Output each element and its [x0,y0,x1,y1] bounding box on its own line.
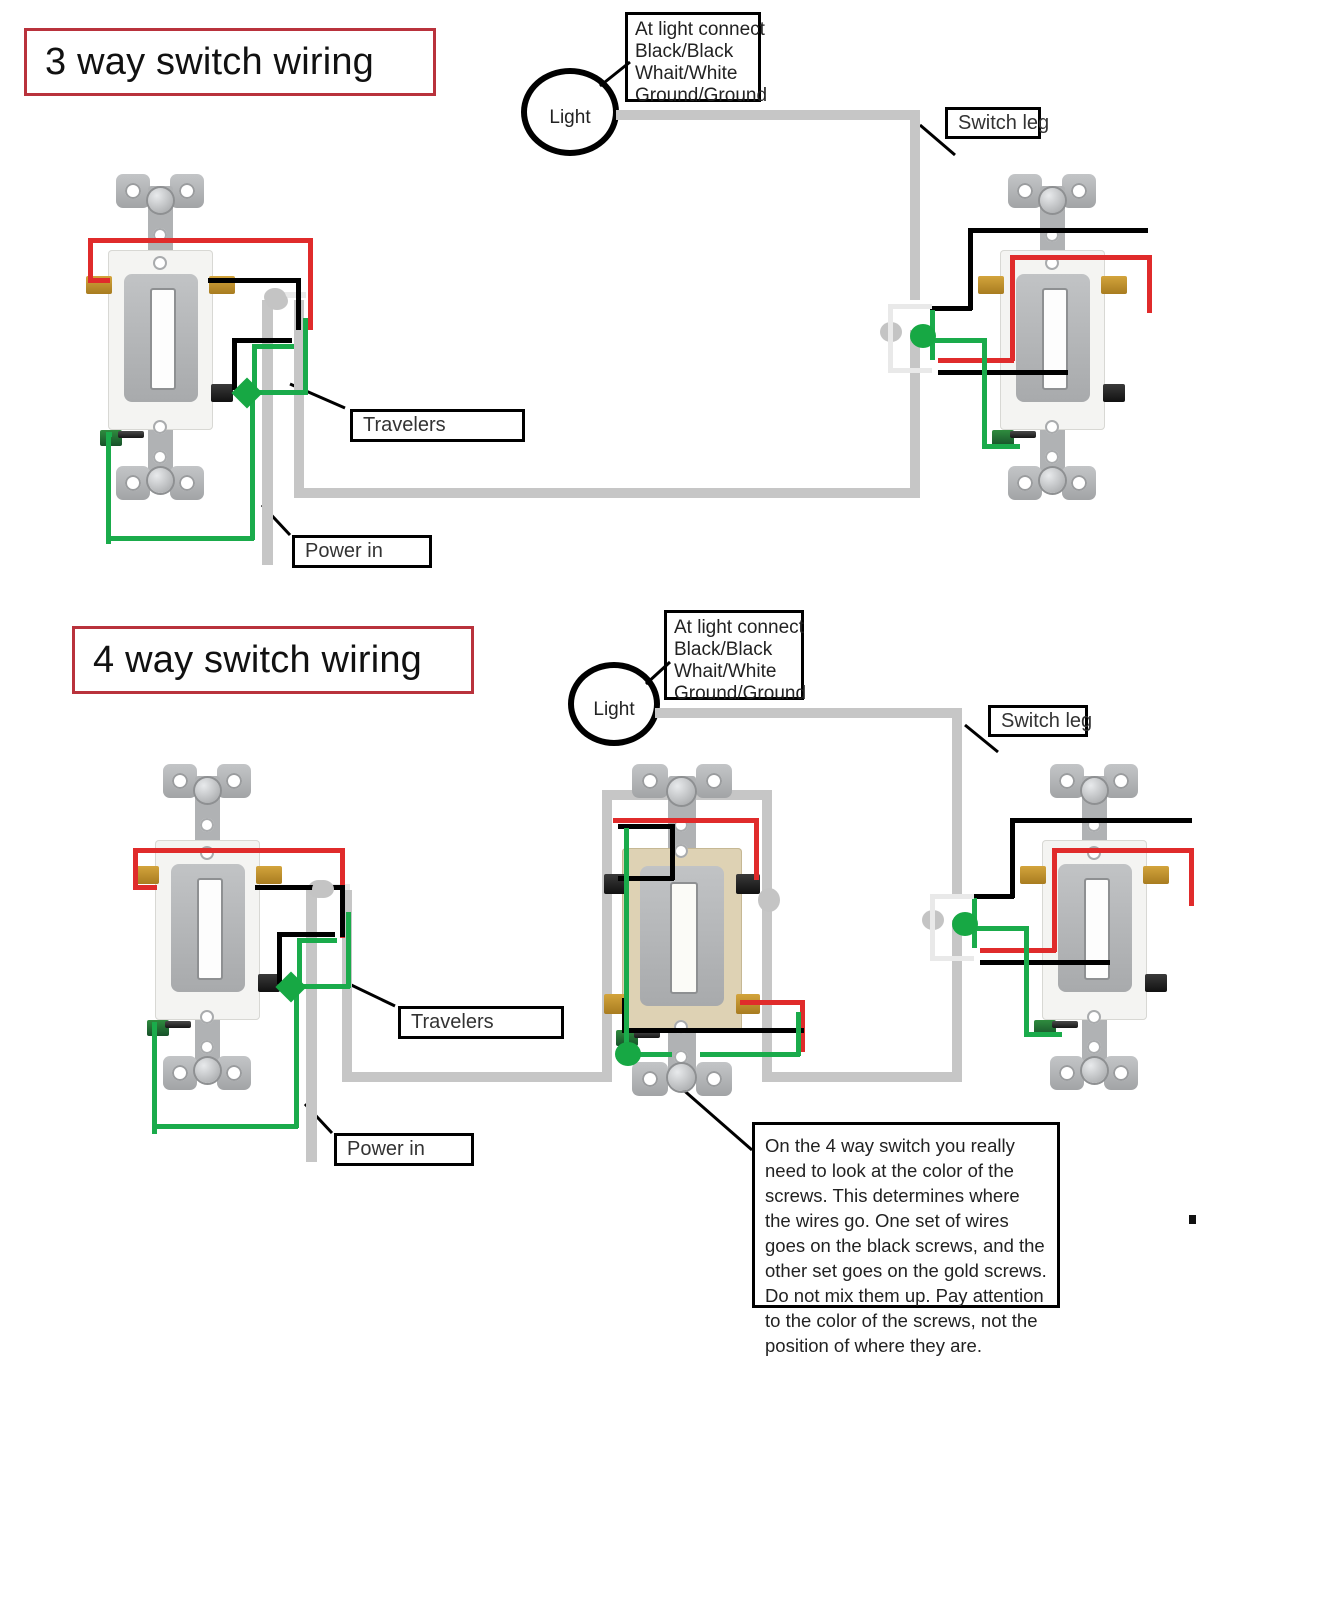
right-four-way-diagram-switch[interactable] [1020,762,1169,1092]
center-neutral-wirenut [758,888,780,912]
center-red-right-lower [740,1000,804,1005]
wiring-diagram-canvas: 3 way switch wiring Light At light conne… [0,0,1333,1610]
fw-right-traveler-red-left-run [980,948,1056,953]
four-way-traveler-left-bottom [342,1072,612,1082]
four-way-center-right-riser [762,790,772,1082]
fw-right-black-into-box [972,894,1014,899]
center-black-bottom-run [622,1028,804,1033]
ground-screw-shaft-icon [1052,1021,1078,1028]
fw-left-traveler-red-top [133,848,345,853]
switch-mounting-ear-bottom-right [1104,1056,1138,1090]
mounting-screw-top-icon [1082,778,1107,803]
four-way-traveler-right-riser [952,920,962,1082]
mounting-screw-bottom-icon [668,1064,695,1091]
switch-mounting-ear-top-right [1104,764,1138,798]
note-text: On the 4 way switch you really need to l… [765,1135,1047,1356]
switch-mounting-ear-bottom-right [696,1062,732,1096]
switch-mounting-ear-top-left [163,764,197,798]
mounting-screw-bottom-icon [1082,1058,1107,1083]
strap-hole-lower [1087,1010,1101,1024]
four-way-travelers-label: Travelers [398,1006,564,1039]
switch-mounting-ear-bottom-left [1050,1056,1084,1090]
left-four-way-diagram-switch[interactable] [133,762,282,1092]
fw-left-ground-horizontal-a [297,938,337,943]
fw-right-ground-down [1024,926,1029,1036]
center-ground-right-run [700,1052,800,1057]
fw-right-black-top-riser [1010,818,1015,898]
fw-right-traveler-red-top [1052,848,1194,853]
four-way-power-in-cable [306,890,317,1162]
switch-mounting-ear-top-left [1050,764,1084,798]
switch-mounting-ear-top-right [217,764,251,798]
switch-mounting-ear-bottom-right [217,1056,251,1090]
switch-mounting-ear-bottom-left [163,1056,197,1090]
ground-screw-shaft-icon [165,1021,191,1028]
fw-left-ground-to-screw-vert [152,1022,157,1134]
fw-splice-cap-gray-left [312,880,334,898]
fw-right-neutral-stub-left [930,894,935,960]
center-ground-right-riser [796,1012,801,1056]
fw-left-ground-down-long [294,984,299,1128]
terminal-screw-gold-left [1020,866,1046,884]
four-way-screw-color-note: On the 4 way switch you really need to l… [752,1122,1060,1356]
fw-left-traveler-red-into-terminal [133,885,157,890]
fw-right-black-lower-run [980,960,1110,965]
strap-hole-bottom [200,1040,214,1054]
mounting-screw-bottom-icon [195,1058,220,1083]
strap-hole-bottom [1087,1040,1101,1054]
fw-left-black-lower-run [277,932,335,937]
center-four-way-switch[interactable] [604,762,760,1098]
terminal-screw-gold-right [1143,866,1169,884]
terminal-screw-black-common [1145,974,1167,992]
fw-left-black-lower-riser [277,932,282,984]
strap-hole-bottom [674,1050,688,1064]
mounting-screw-top-icon [668,778,695,805]
fw-left-traveler-red-left-riser [133,848,138,890]
four-way-switch-leg-label: Switch leg [988,705,1092,737]
center-ground-splice-blob [615,1042,641,1066]
switch-toggle-lever[interactable] [670,882,698,994]
switch-toggle-lever[interactable] [197,878,223,980]
four-way-power-in-label: Power in [334,1133,474,1166]
switch-mounting-ear-top-left [632,764,668,798]
fw-right-neutral-stub-top [930,894,974,899]
image-artifact-dot [1189,1215,1196,1224]
fw-right-ground-branch [972,926,1028,931]
center-ground-left-riser [624,828,629,1056]
fw-right-traveler-red-riser [1052,848,1057,952]
fw-right-black-top-run [1010,818,1192,823]
strap-hole-upper [200,818,214,832]
fw-right-neutral-stub-bottom [930,956,974,961]
fw-left-ground-bottom-join [152,1124,298,1129]
fw-right-ground-to-screw [1024,1032,1062,1037]
fw-ground-splice-blob-right [952,912,978,936]
switch-mounting-ear-bottom-left [632,1062,668,1096]
strap-hole-mid [674,844,688,858]
center-red-top-run [613,818,759,823]
four-way-switch-leg-vertical [952,708,962,898]
fw-right-traveler-red-terminal-right [1189,848,1194,906]
fw-left-black-riser [340,885,345,937]
center-black-top-riser [670,824,675,880]
four-way-center-left-riser [602,790,612,1082]
four-way-switch-leg-horizontal [655,708,960,718]
terminal-screw-gold-right [256,866,282,884]
strap-hole-lower [200,1010,214,1024]
mounting-screw-top-icon [195,778,220,803]
fw-left-ground-riser-right [346,912,351,988]
center-red-top-riser [754,818,759,880]
four-way-traveler-right-bottom [762,1072,962,1082]
switch-mounting-ear-top-right [696,764,732,798]
